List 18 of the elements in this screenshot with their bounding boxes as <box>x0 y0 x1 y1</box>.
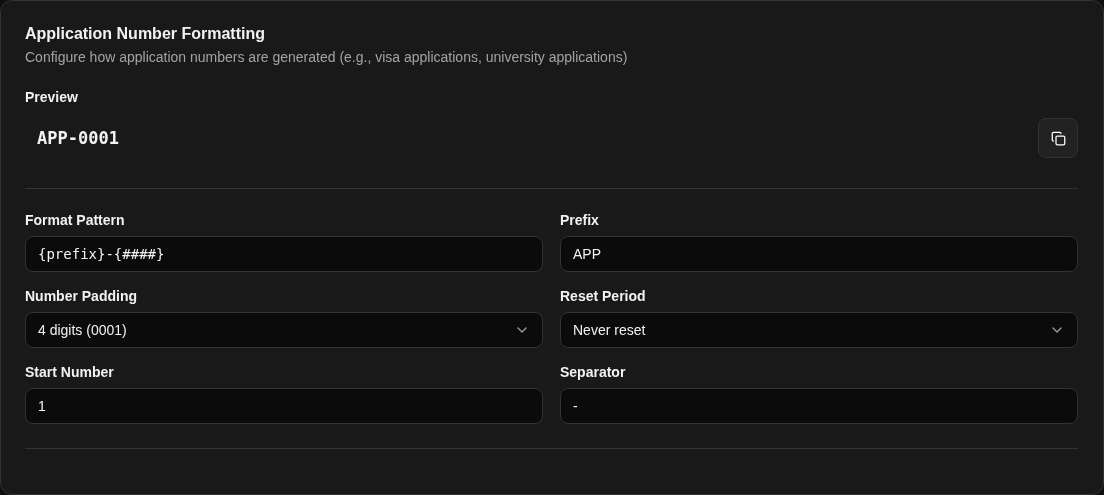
card-description: Configure how application numbers are generated (e.g., visa applications, university applications) <box>25 48 629 66</box>
copy-icon <box>1050 130 1066 146</box>
preview-label: Preview <box>25 88 79 106</box>
field-label: Number Padding <box>25 287 138 305</box>
field-label: Separator <box>560 363 627 381</box>
field-label: Reset Period <box>560 287 647 305</box>
input-field[interactable]: 1 <box>25 388 543 424</box>
card-title: Application Number Formatting <box>25 24 266 44</box>
copy-button[interactable] <box>1038 118 1078 158</box>
field-label: Start Number <box>25 363 115 381</box>
field-label: Format Pattern <box>25 211 126 229</box>
preview-value: APP-0001 <box>36 128 119 148</box>
input-field[interactable]: - <box>560 388 1078 424</box>
select-field[interactable]: Never reset <box>560 312 1078 348</box>
input-field[interactable]: APP <box>560 236 1078 272</box>
field-label: Prefix <box>560 211 600 229</box>
input-field[interactable]: {prefix}-{####} <box>25 236 543 272</box>
select-field[interactable]: 4 digits (0001) <box>25 312 543 348</box>
